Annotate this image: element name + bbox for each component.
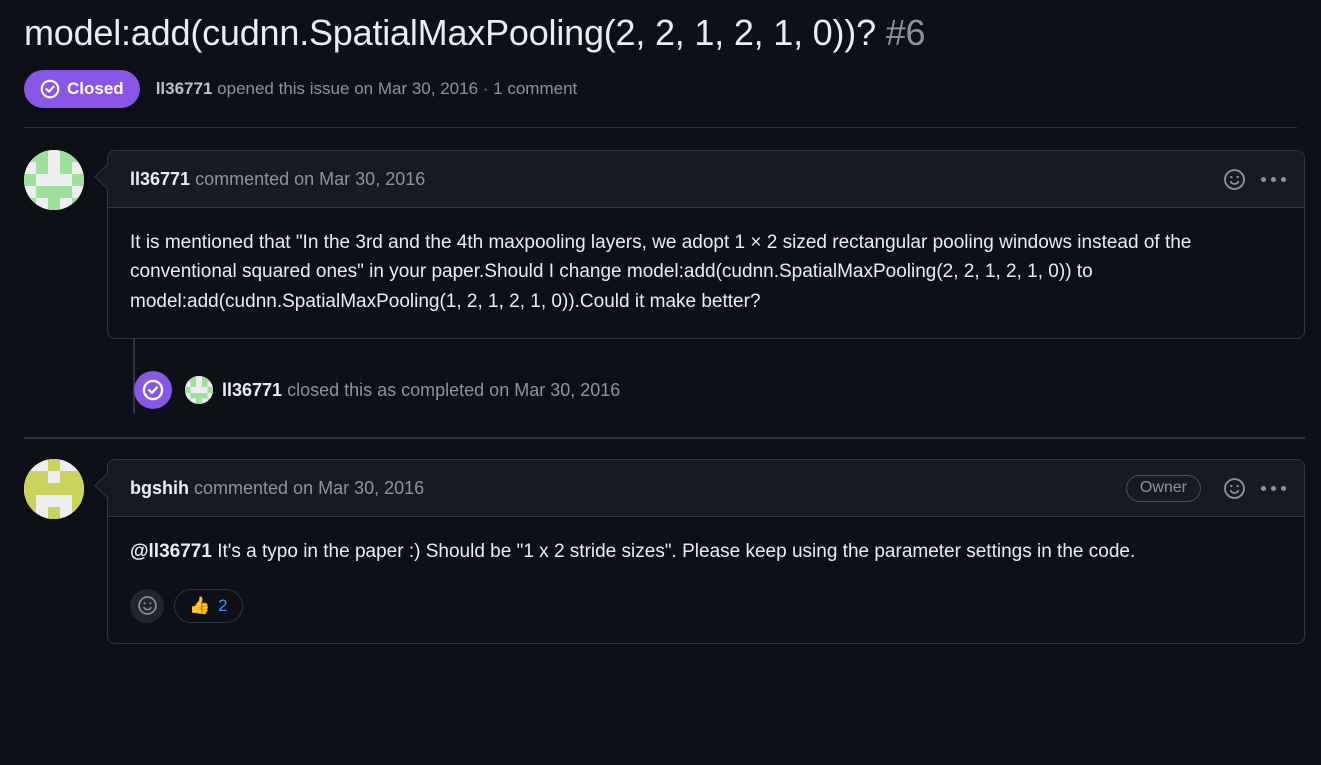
comment-menu-button[interactable] xyxy=(1255,473,1292,503)
add-reaction-button[interactable] xyxy=(130,588,164,623)
comment-date: Mar 30, 2016 xyxy=(318,477,425,498)
issue-subhead: Closed ll36771 opened this issue on Mar … xyxy=(24,69,1297,109)
timeline-event-closed: ll36771 closed this as completed on Mar … xyxy=(24,366,1305,414)
avatar[interactable] xyxy=(185,376,213,405)
event-author-link[interactable]: ll36771 xyxy=(222,380,282,400)
add-reaction-button[interactable] xyxy=(1219,164,1249,194)
comment-body: It is mentioned that "In the 3rd and the… xyxy=(108,208,1304,338)
kebab-dot xyxy=(1271,485,1276,491)
kebab-dot xyxy=(1281,176,1286,182)
issue-closed-icon xyxy=(134,371,172,410)
comment-box: ll36771 commented on Mar 30, 2016 It is … xyxy=(107,150,1305,340)
thumbs-up-icon: 👍 xyxy=(189,596,211,616)
author-association-badge: Owner xyxy=(1125,474,1201,502)
comment-author-link[interactable]: bgshih xyxy=(130,478,189,498)
issue-number: #6 xyxy=(885,12,926,53)
comment-text: @ll36771 It's a typo in the paper :) Sho… xyxy=(130,537,1282,566)
add-reaction-button[interactable] xyxy=(1219,473,1249,503)
issue-timeline-lower: bgshih commented on Mar 30, 2016 Owner @… xyxy=(0,459,1321,644)
event-date: Mar 30, 2016 xyxy=(514,379,621,400)
event-action-text: closed this as completed on xyxy=(287,379,510,400)
user-mention-link[interactable]: @ll36771 xyxy=(130,541,212,562)
issue-title-text: model:add(cudnn.SpatialMaxPooling(2, 2, … xyxy=(24,12,876,53)
issue-header: model:add(cudnn.SpatialMaxPooling(2, 2, … xyxy=(0,0,1321,109)
comment-menu-button[interactable] xyxy=(1255,164,1292,194)
comment-container: bgshih commented on Mar 30, 2016 Owner @… xyxy=(107,459,1305,644)
comment-byline: ll36771 commented on Mar 30, 2016 xyxy=(130,169,425,190)
issue-closed-icon xyxy=(40,79,60,99)
comment-container: ll36771 commented on Mar 30, 2016 It is … xyxy=(107,150,1305,340)
timeline-comment: ll36771 commented on Mar 30, 2016 It is … xyxy=(24,150,1305,340)
comment-action: commented on xyxy=(194,477,314,498)
issue-author-link[interactable]: ll36771 xyxy=(156,79,213,98)
avatar[interactable] xyxy=(24,150,84,210)
comment-text-rest: It's a typo in the paper :) Should be "1… xyxy=(211,541,1136,563)
issue-page: model:add(cudnn.SpatialMaxPooling(2, 2, … xyxy=(0,0,1321,765)
issue-meta-date: Mar 30, 2016 xyxy=(377,79,479,98)
status-badge-label: Closed xyxy=(67,79,124,98)
event-description: ll36771 closed this as completed on Mar … xyxy=(222,380,620,401)
reaction-bar: 👍 2 xyxy=(108,588,1304,643)
issue-meta-comments: 1 comment xyxy=(493,79,578,98)
status-badge: Closed xyxy=(24,70,140,108)
header-divider xyxy=(24,127,1297,128)
comment-text: It is mentioned that "In the 3rd and the… xyxy=(130,232,1192,312)
comment-header: bgshih commented on Mar 30, 2016 Owner xyxy=(108,460,1304,518)
comment-body: @ll36771 It's a typo in the paper :) Sho… xyxy=(108,517,1304,588)
kebab-dot xyxy=(1261,485,1266,491)
page-title: model:add(cudnn.SpatialMaxPooling(2, 2, … xyxy=(24,10,1297,55)
timeline-section-divider xyxy=(24,437,1305,440)
thumbs-up-reaction-button[interactable]: 👍 2 xyxy=(174,588,243,623)
comment-header: ll36771 commented on Mar 30, 2016 xyxy=(108,151,1304,208)
issue-timeline: ll36771 commented on Mar 30, 2016 It is … xyxy=(0,150,1321,415)
avatar[interactable] xyxy=(24,459,84,520)
comment-author-link[interactable]: ll36771 xyxy=(130,169,190,189)
timeline-comment: bgshih commented on Mar 30, 2016 Owner @… xyxy=(24,459,1305,644)
comment-byline: bgshih commented on Mar 30, 2016 xyxy=(130,478,424,499)
kebab-dot xyxy=(1281,485,1286,491)
kebab-dot xyxy=(1261,176,1266,182)
comment-date: Mar 30, 2016 xyxy=(319,168,426,189)
issue-meta-separator: · xyxy=(482,79,489,98)
kebab-dot xyxy=(1271,176,1276,182)
comment-box: bgshih commented on Mar 30, 2016 Owner @… xyxy=(107,459,1305,644)
issue-meta: ll36771 opened this issue on Mar 30, 201… xyxy=(156,79,578,99)
reaction-count: 2 xyxy=(218,595,228,615)
comment-action: commented on xyxy=(195,168,315,189)
issue-meta-opened: opened this issue on xyxy=(217,79,374,98)
